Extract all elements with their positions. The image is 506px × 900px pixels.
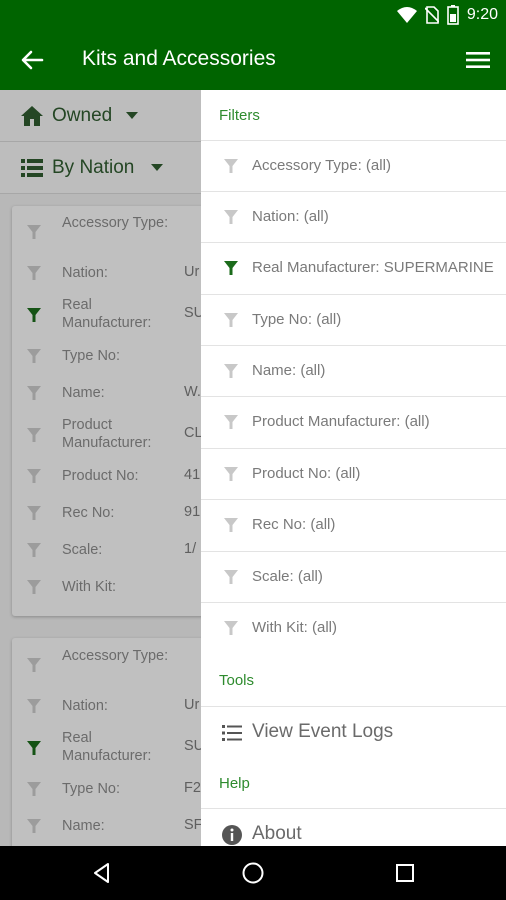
filter-real-manufacturer[interactable]: Real Manufacturer: SUPERMARINE xyxy=(201,242,506,293)
navigation-drawer: Filters Accessory Type: (all) Nation: (a… xyxy=(201,90,506,846)
hamburger-menu-icon[interactable] xyxy=(464,46,492,74)
filter-product-manufacturer[interactable]: Product Manufacturer: (all) xyxy=(201,396,506,447)
filter-icon xyxy=(224,313,238,327)
filter-type-no[interactable]: Type No: (all) xyxy=(201,294,506,345)
battery-icon xyxy=(447,5,459,25)
status-time: 9:20 xyxy=(466,6,498,23)
filter-icon xyxy=(224,159,238,173)
about-item[interactable]: About xyxy=(201,808,506,846)
filter-icon xyxy=(224,621,238,635)
app-bar: Kits and Accessories xyxy=(0,30,506,90)
filter-nation[interactable]: Nation: (all) xyxy=(201,191,506,242)
filter-accessory-type[interactable]: Accessory Type: (all) xyxy=(201,140,506,191)
drawer-scrim[interactable] xyxy=(0,90,201,846)
app-title: Kits and Accessories xyxy=(82,47,276,70)
filter-icon xyxy=(224,570,238,584)
filter-icon xyxy=(224,364,238,378)
filters-header: Filters xyxy=(219,107,260,124)
filter-name[interactable]: Name: (all) xyxy=(201,345,506,396)
tools-header: Tools xyxy=(219,672,255,689)
status-bar: 9:20 xyxy=(0,0,506,30)
wifi-icon xyxy=(396,7,417,23)
back-nav-icon[interactable] xyxy=(90,861,114,885)
filter-icon xyxy=(224,467,238,481)
filter-icon xyxy=(224,518,238,532)
home-nav-icon[interactable] xyxy=(241,861,265,885)
filter-icon xyxy=(224,261,238,275)
help-header: Help xyxy=(219,775,250,792)
list-icon xyxy=(222,725,242,741)
view-event-logs-item[interactable]: View Event Logs xyxy=(201,706,506,758)
filter-icon xyxy=(224,210,238,224)
filter-icon xyxy=(224,415,238,429)
filter-product-no[interactable]: Product No: (all) xyxy=(201,448,506,499)
filter-scale[interactable]: Scale: (all) xyxy=(201,551,506,602)
filter-with-kit[interactable]: With Kit: (all) xyxy=(201,602,506,653)
system-nav-bar xyxy=(0,846,506,900)
back-arrow-icon[interactable] xyxy=(18,46,46,74)
status-icons: 9:20 xyxy=(396,5,498,25)
info-icon xyxy=(222,825,242,845)
no-sim-icon xyxy=(424,6,439,24)
recents-nav-icon[interactable] xyxy=(393,861,417,885)
filter-rec-no[interactable]: Rec No: (all) xyxy=(201,499,506,550)
